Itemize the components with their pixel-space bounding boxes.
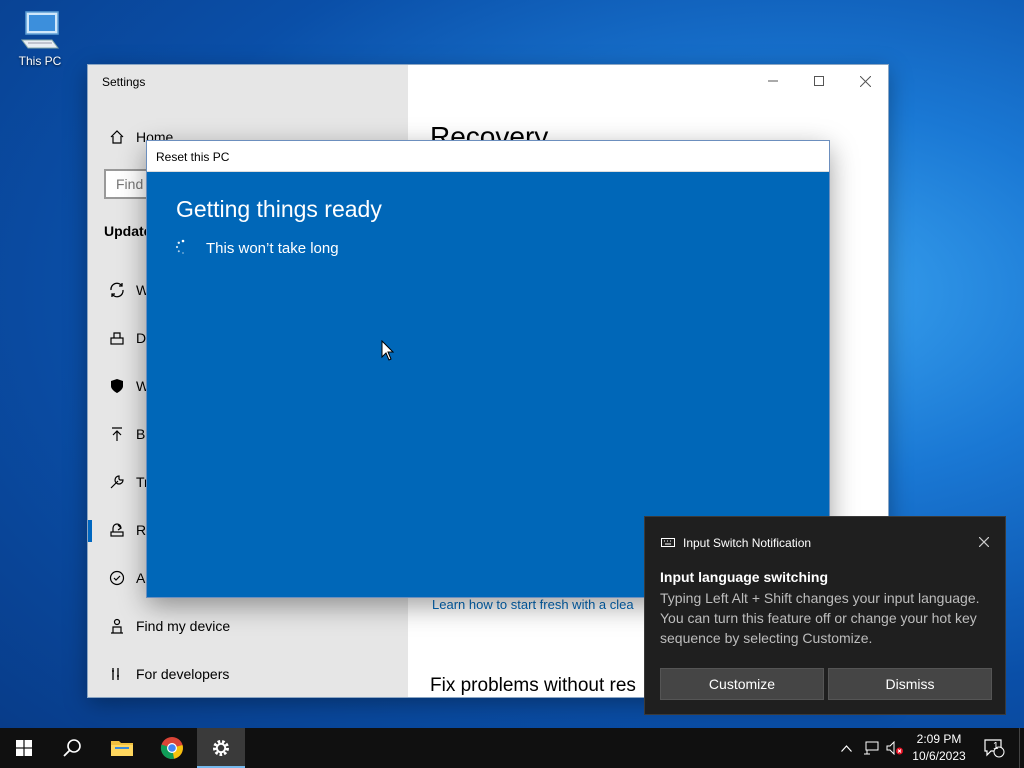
search-icon [63, 739, 81, 757]
input-switch-notification: Input Switch Notification Input language… [644, 516, 1006, 715]
chevron-up-icon [840, 744, 852, 752]
home-icon [104, 129, 130, 145]
show-desktop-button[interactable] [1019, 728, 1024, 768]
network-icon [864, 741, 879, 755]
action-center-button[interactable]: 1 [980, 728, 1008, 768]
file-explorer-icon [111, 741, 133, 756]
settings-gear-icon [213, 740, 229, 756]
window-controls [750, 65, 888, 97]
dismiss-button[interactable]: Dismiss [828, 668, 992, 700]
volume-muted-icon [886, 741, 903, 755]
mouse-cursor-icon [381, 340, 395, 361]
sidebar-item-label: Find my device [136, 618, 231, 634]
notification-header: Input Switch Notification [661, 536, 811, 550]
minimize-icon [768, 80, 778, 82]
developer-icon [104, 666, 130, 682]
start-button[interactable] [0, 728, 48, 768]
notification-app-name: Input Switch Notification [683, 536, 812, 550]
loading-spinner-icon [175, 239, 185, 254]
desktop-icon-label: This PC [18, 54, 62, 68]
maximize-button[interactable] [796, 65, 842, 97]
chrome-button[interactable] [148, 728, 196, 768]
sync-icon [104, 281, 130, 299]
search-button[interactable] [48, 728, 96, 768]
notification-close-button[interactable] [978, 534, 990, 551]
dialog-status: This won’t take long [206, 240, 339, 257]
close-button[interactable] [842, 65, 888, 97]
recovery-icon [104, 522, 130, 538]
learn-fresh-start-link[interactable]: Learn how to start fresh with a clea [432, 597, 634, 612]
clock-date: 10/6/2023 [912, 749, 966, 763]
desktop-icon-this-pc[interactable]: This PC [12, 10, 68, 68]
show-hidden-icons-button[interactable] [836, 728, 856, 768]
delivery-icon [104, 330, 130, 346]
check-circle-icon [104, 570, 130, 586]
network-button[interactable] [860, 728, 882, 768]
customize-button[interactable]: Customize [660, 668, 824, 700]
notification-title: Input language switching [660, 569, 828, 585]
minimize-button[interactable] [750, 65, 796, 97]
file-explorer-button[interactable] [98, 728, 146, 768]
dialog-title: Reset this PC [147, 141, 829, 172]
sidebar-item-for-developers[interactable]: For developers [88, 654, 408, 694]
chrome-icon [160, 737, 183, 759]
sidebar-item-find-my-device[interactable]: Find my device [88, 606, 408, 646]
person-icon [104, 618, 130, 634]
this-pc-icon [21, 11, 59, 49]
wrench-icon [104, 474, 130, 490]
maximize-icon [814, 76, 824, 86]
sidebar-item-label: For developers [136, 666, 230, 682]
settings-taskbar-button[interactable] [197, 728, 245, 768]
close-icon [978, 536, 990, 548]
start-icon [16, 740, 32, 756]
close-icon [859, 75, 871, 87]
section-heading: Update [104, 223, 152, 239]
taskbar: 2:09 PM 10/6/2023 1 [0, 728, 1024, 768]
backup-icon [104, 426, 130, 442]
notification-count-badge: 1 [993, 741, 999, 752]
section-subtitle: Fix problems without res [430, 675, 636, 696]
notification-body: Typing Left Alt + Shift changes your inp… [660, 590, 980, 646]
taskbar-clock[interactable]: 2:09 PM 10/6/2023 [908, 731, 970, 765]
dialog-heading: Getting things ready [176, 196, 382, 222]
volume-button[interactable] [884, 728, 906, 768]
keyboard-icon [661, 537, 675, 549]
shield-icon [104, 378, 130, 394]
window-title: Settings [102, 75, 146, 89]
clock-time: 2:09 PM [916, 732, 962, 746]
